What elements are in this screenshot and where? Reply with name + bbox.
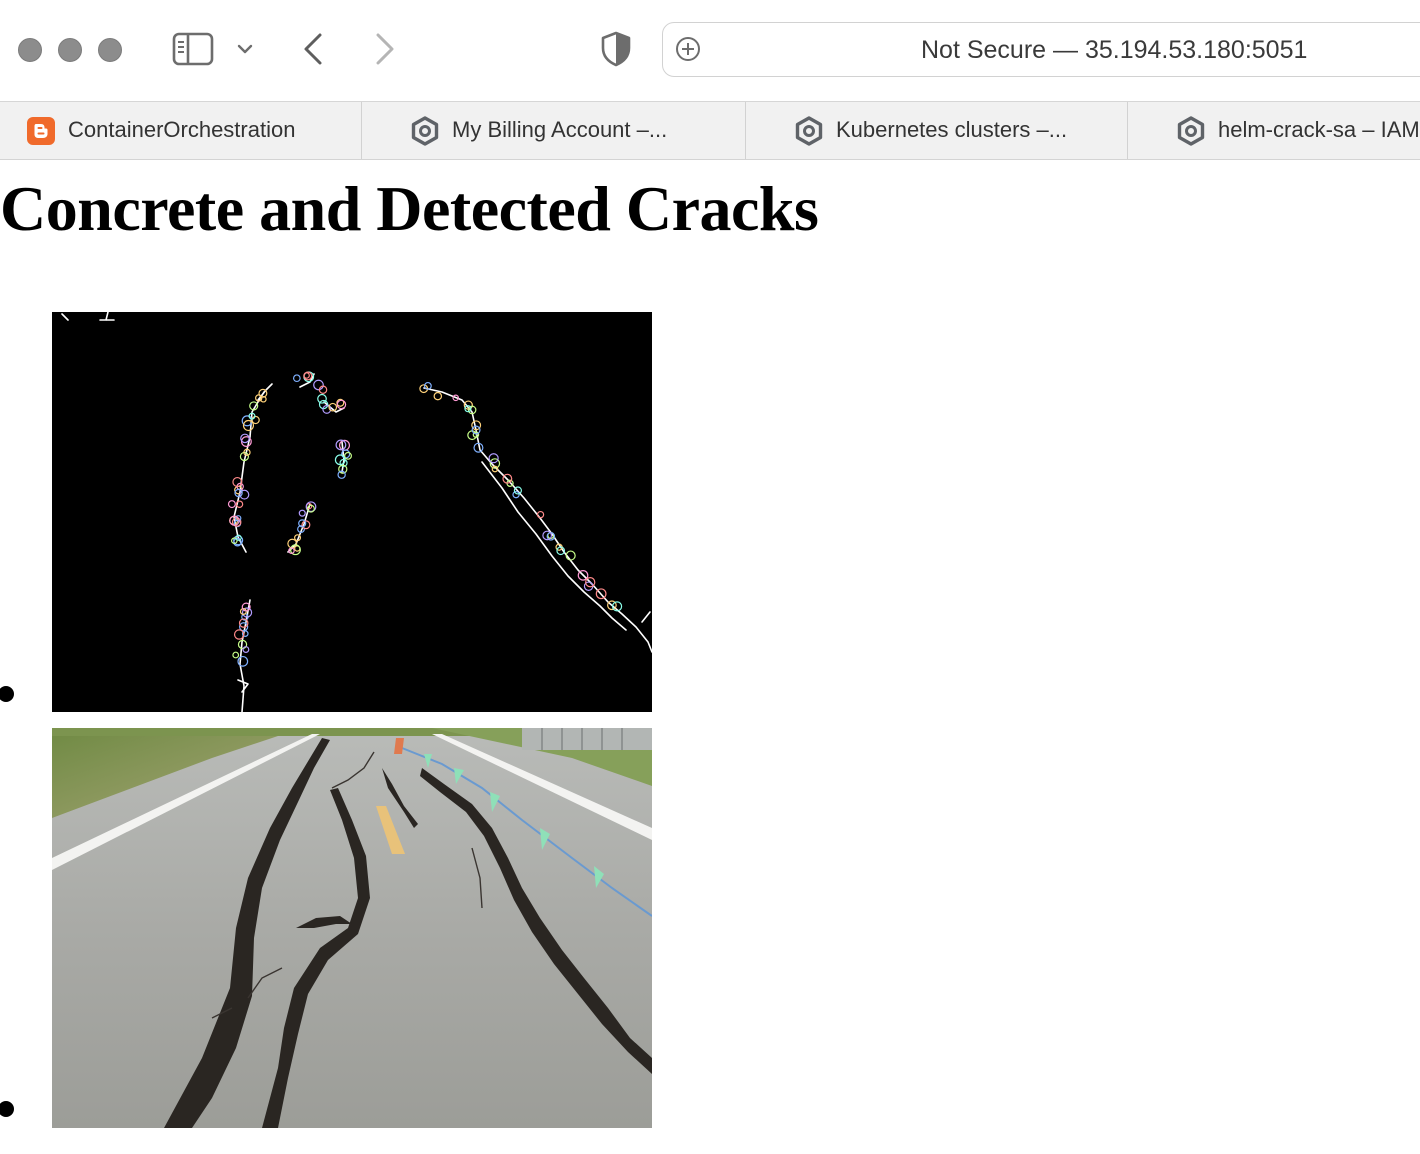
tab-label: helm-crack-sa – IAM xyxy=(1218,117,1420,142)
concrete-road-image xyxy=(52,728,652,1128)
keypoint-marker xyxy=(317,393,327,404)
tab-containerorchestration[interactable]: ContainerOrchestration xyxy=(0,102,362,159)
sidebar-toggle-icon[interactable] xyxy=(172,32,214,66)
keypoint-marker xyxy=(292,374,301,383)
tab-label: Kubernetes clusters –... xyxy=(836,117,1068,142)
chevron-down-icon[interactable] xyxy=(236,42,254,56)
keypoint-marker xyxy=(227,500,236,509)
add-page-icon[interactable] xyxy=(675,36,701,62)
browser-toolbar: Not Secure — 35.194.53.180:5051 xyxy=(0,0,1420,102)
keypoint-marker xyxy=(298,509,306,517)
back-arrow-icon[interactable] xyxy=(300,32,326,66)
tab-billing-account[interactable]: My Billing Account –... xyxy=(362,102,746,159)
tab-helm-crack-sa[interactable]: helm-crack-sa – IAM xyxy=(1128,102,1420,159)
list-bullet xyxy=(0,1101,14,1117)
keypoint-marker xyxy=(433,391,443,401)
forward-arrow-icon[interactable] xyxy=(372,32,398,66)
keypoint-marker xyxy=(488,453,499,464)
detected-cracks-image xyxy=(52,312,652,712)
keypoint-marker xyxy=(240,433,250,444)
keypoint-marker xyxy=(232,651,240,659)
keypoint-marker xyxy=(512,490,520,499)
close-window-button[interactable] xyxy=(18,38,42,62)
google-cloud-icon xyxy=(795,116,823,146)
keypoint-marker xyxy=(251,415,260,425)
tab-bar: ContainerOrchestration My Billing Accoun… xyxy=(0,102,1420,160)
keypoint-marker xyxy=(336,399,347,410)
zoom-window-button[interactable] xyxy=(98,38,122,62)
tab-label: My Billing Account –... xyxy=(452,117,668,142)
keypoint-marker xyxy=(536,510,545,519)
address-bar[interactable]: Not Secure — 35.194.53.180:5051 xyxy=(662,22,1420,77)
tab-label: ContainerOrchestration xyxy=(68,117,296,142)
blogger-icon xyxy=(27,117,55,145)
tab-kubernetes-clusters[interactable]: Kubernetes clusters –... xyxy=(746,102,1128,159)
minimize-window-button[interactable] xyxy=(58,38,82,62)
crack-detection-drawing xyxy=(61,312,652,712)
road-photo-drawing xyxy=(52,728,652,1128)
privacy-shield-icon[interactable] xyxy=(600,31,632,67)
page-title: Concrete and Detected Cracks xyxy=(0,173,819,244)
keypoint-marker xyxy=(467,430,478,441)
keypoint-marker xyxy=(344,451,352,460)
google-cloud-icon xyxy=(411,116,439,146)
url-text: Not Secure — 35.194.53.180:5051 xyxy=(921,36,1308,64)
list-bullet xyxy=(0,686,14,702)
google-cloud-icon xyxy=(1177,116,1205,146)
keypoint-marker xyxy=(313,379,324,391)
